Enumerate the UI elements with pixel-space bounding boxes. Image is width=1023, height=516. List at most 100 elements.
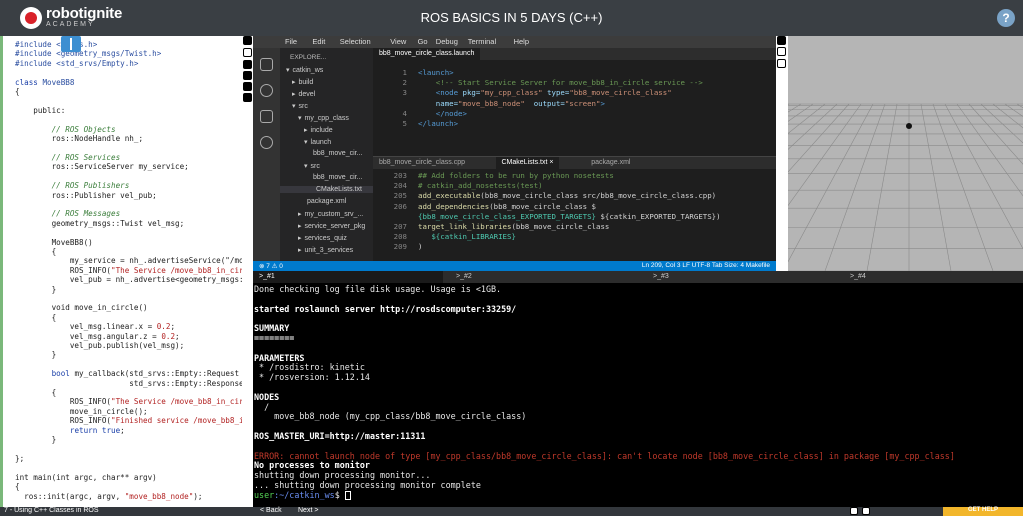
viewer-toolstrip: [776, 36, 788, 271]
code-token: move_in_circle();: [15, 406, 148, 416]
tree-item-label: bb8_move_cir...: [313, 174, 363, 181]
menu-icon[interactable]: [777, 59, 786, 68]
notebook-panel[interactable]: #include < s.h> #include <geometry_msgs/…: [0, 36, 242, 507]
code-line: # catkin_add_nosetests(test): [418, 181, 543, 191]
terminal-tab[interactable]: >_#4: [844, 271, 1023, 283]
code-token: {: [15, 482, 20, 492]
next-cell-icon[interactable]: [243, 93, 252, 102]
menu-item-go[interactable]: Go: [418, 37, 428, 46]
fullscreen-icon[interactable]: [777, 36, 786, 45]
code-line: <node pkg="my_cpp_class" type="bb8_move_…: [418, 88, 672, 98]
monitor-icon[interactable]: [777, 47, 786, 56]
terminal-text: /: [254, 401, 270, 412]
tree-item[interactable]: CMakeLists.txt: [280, 186, 373, 193]
editor-launch[interactable]: bb8_move_circle_class.launch 1 <launch> 2 …: [373, 48, 776, 150]
stop-icon[interactable]: [243, 60, 252, 69]
tree-item[interactable]: ▸ devel: [292, 90, 315, 98]
cursor-status[interactable]: Ln 209, Col 3 LF UTF-8 Tab Size: 4 Makef…: [642, 262, 770, 269]
code-token: my_callback(std_srvs::Empty::Request &re…: [74, 369, 240, 379]
close-panel-icon[interactable]: [243, 48, 252, 57]
code-line: {bb8_move_circle_class_EXPORTED_TARGETS}…: [418, 212, 721, 222]
chevron-icon: ▸: [292, 91, 296, 98]
code-token: "my_cpp_class": [480, 88, 548, 98]
get-help-button[interactable]: GET HELP: [943, 507, 1023, 516]
tree-item[interactable]: ▸ services_quiz: [298, 234, 347, 242]
terminal[interactable]: Done checking log file disk usage. Usage…: [253, 283, 1023, 507]
refresh-icon[interactable]: [243, 82, 252, 91]
tree-item[interactable]: bb8_move_cir...: [310, 150, 362, 157]
terminal-text: Done checking log file disk usage. Usage…: [254, 284, 502, 294]
tree-item[interactable]: ▸ include: [304, 126, 333, 134]
terminal-text: move_bb8_node (my_cpp_class/bb8_move_cir…: [254, 411, 527, 422]
code-token: pkg=: [462, 88, 481, 98]
help-button[interactable]: ?: [997, 9, 1015, 27]
layout-icon-1[interactable]: [850, 507, 858, 515]
menu-item-file[interactable]: File: [285, 37, 297, 46]
code-line: ): [418, 242, 422, 252]
play-icon[interactable]: [243, 71, 252, 80]
code-token: "move_bb8_node": [124, 491, 194, 501]
tree-item[interactable]: ▾ my_cpp_class: [298, 114, 349, 122]
tab-launch-file[interactable]: bb8_move_circle_class.launch: [373, 48, 481, 60]
tree-item[interactable]: ▸ service_server_pkg: [298, 222, 365, 230]
chevron-icon: ▸: [298, 223, 302, 230]
tree-item[interactable]: package.xml: [304, 198, 346, 205]
line-number: 208: [393, 232, 407, 242]
tree-item[interactable]: ▾ catkin_ws: [286, 66, 323, 74]
code-token: bool: [51, 369, 70, 379]
source-control-icon[interactable]: [260, 110, 273, 123]
editor-tab[interactable]: bb8_move_circle_class.cpp: [373, 157, 471, 169]
menu-item-selection[interactable]: Selection: [340, 37, 371, 46]
layout-icon-2[interactable]: [862, 507, 870, 515]
tree-item[interactable]: ▾ launch: [304, 138, 331, 146]
line-number: 206: [393, 201, 407, 211]
code-token: ros::init(argc, argv,: [15, 491, 125, 501]
terminal-text: ROS_MASTER_URI=http://master:11311: [254, 430, 426, 441]
terminal-tab[interactable]: >_#1: [253, 271, 443, 283]
code-token: int main(int argc, char** argv): [15, 472, 157, 482]
code-token: // ROS Publishers: [15, 181, 130, 191]
lesson-title[interactable]: 7 - Using C++ Classes in ROS: [4, 507, 99, 514]
tree-item[interactable]: bb8_move_cir...: [310, 174, 362, 181]
terminal-tabbar: >_#1 >_#2 >_#3 >_#4: [253, 271, 1023, 283]
tree-item-label: launch: [310, 139, 332, 146]
chevron-icon: ▸: [298, 247, 302, 254]
menu-item-view[interactable]: View: [390, 37, 406, 46]
tree-item-label: service_server_pkg: [304, 223, 366, 230]
menu-item-terminal[interactable]: Terminal: [468, 37, 496, 46]
code-token: {: [15, 246, 57, 256]
next-button[interactable]: Next >: [298, 507, 318, 514]
code-token: add_dependencies: [418, 201, 490, 211]
bb8-robot[interactable]: [906, 123, 912, 129]
editor-tab[interactable]: CMakeLists.txt ×: [495, 157, 560, 169]
menu-item-help[interactable]: Help: [514, 37, 529, 46]
editor-cmake[interactable]: bb8_move_circle_class.cpp CMakeLists.txt …: [373, 156, 776, 261]
tree-item[interactable]: ▸ unit_3_services: [298, 246, 353, 254]
menu-item-debug[interactable]: Debug: [436, 37, 458, 46]
gazebo-viewer[interactable]: [776, 36, 1023, 271]
search-icon[interactable]: [260, 84, 273, 97]
book-icon[interactable]: [61, 36, 81, 52]
line-number: 2: [402, 78, 407, 88]
debug-icon[interactable]: [260, 136, 273, 149]
terminal-tab[interactable]: >_#2: [450, 271, 640, 283]
fullscreen-icon[interactable]: [243, 36, 252, 45]
tree-item[interactable]: ▸ my_custom_srv_...: [298, 210, 363, 218]
code-token: <launch>: [418, 68, 454, 77]
files-icon[interactable]: [260, 58, 273, 71]
ide-panel: File Edit Selection View Go Debug Terminal Help…: [253, 36, 776, 271]
terminal-tab[interactable]: >_#3: [647, 271, 837, 283]
top-bar: robotignite ACADEMY ROS BASICS IN 5 DAYS…: [0, 0, 1023, 36]
tree-item-label: devel: [298, 91, 316, 98]
terminal-text: No processes to monitor: [254, 460, 370, 471]
problems-count[interactable]: ⊗ 7 ⚠ 0: [259, 262, 283, 270]
tree-item[interactable]: ▸ build: [292, 78, 313, 86]
editor-tab[interactable]: package.xml: [585, 157, 636, 169]
line-number: 203: [393, 171, 407, 180]
tree-item[interactable]: ▾ src: [304, 162, 320, 170]
menu-item-edit[interactable]: Edit: [312, 37, 325, 46]
code-token: vel_pub.publish(vel_msg);: [15, 341, 185, 350]
back-button[interactable]: < Back: [260, 507, 282, 514]
tree-item[interactable]: ▾ src: [292, 102, 308, 110]
